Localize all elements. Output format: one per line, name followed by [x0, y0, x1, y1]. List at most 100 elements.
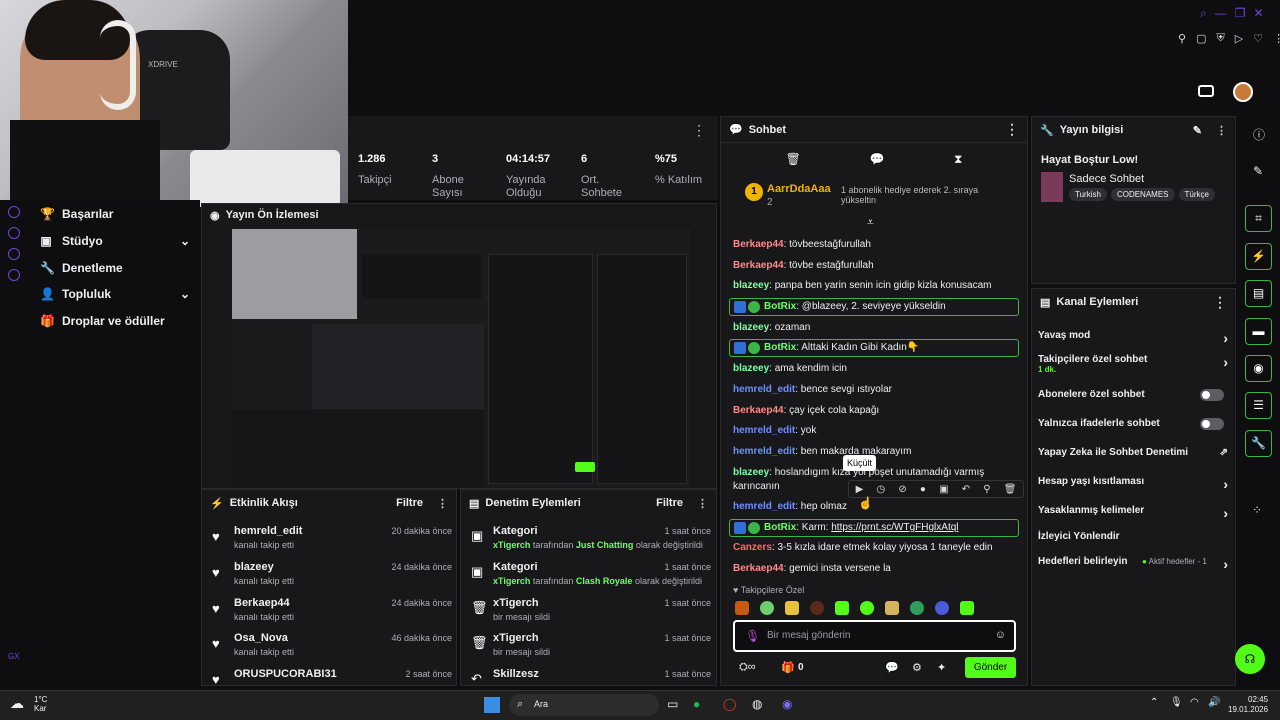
action-emotes-only[interactable]: Yalnızca ifadelerle sohbet [1038, 418, 1228, 430]
toggle-switch[interactable] [1200, 389, 1224, 401]
sidebar-item-denetleme[interactable]: 🔧 Denetleme [40, 258, 190, 278]
action-ai-moderation[interactable]: Yapay Zeka ile Sohbet Denetimi ⇗ [1038, 447, 1228, 458]
gear-icon[interactable]: ⚙ [912, 661, 922, 674]
weather-icon[interactable]: ☁ [10, 695, 24, 712]
mic-icon[interactable]: 🎙 [1170, 697, 1183, 708]
chat-user[interactable]: BotRix [764, 342, 796, 353]
emote[interactable] [785, 601, 799, 615]
close-icon[interactable]: ✕ [1254, 6, 1264, 21]
action-slow-mode[interactable]: Yavaş mod › [1038, 330, 1228, 346]
help-button[interactable]: ☊ [1235, 644, 1265, 674]
event-user[interactable]: Berkaep44 [234, 597, 290, 609]
chat-user[interactable]: hemreld_edit [733, 446, 795, 457]
rail-button-scan[interactable]: ⌗ [1245, 205, 1272, 232]
info-icon[interactable]: ⓘ [1253, 126, 1265, 143]
action-title[interactable]: xTigerch [493, 632, 539, 644]
event-user[interactable]: Osa_Nova [234, 632, 288, 644]
emote[interactable] [960, 601, 974, 615]
wifi-icon[interactable]: ◠ [1190, 697, 1199, 708]
clock-icon[interactable]: ◷ [876, 484, 885, 495]
hide-icon[interactable]: ⊘ [898, 484, 906, 495]
rail-button-wrench[interactable]: 🔧 [1245, 430, 1272, 457]
emote[interactable] [910, 601, 924, 615]
tag[interactable]: Turkish [1069, 188, 1107, 201]
event-user[interactable]: ORUSPUCORABI31 [234, 668, 337, 680]
action-subs-only[interactable]: Abonelere özel sohbet [1038, 389, 1228, 401]
tag[interactable]: Türkçe [1178, 188, 1215, 201]
pin-icon[interactable]: ⚲ [983, 484, 990, 495]
hourglass-icon[interactable]: ⧗ [954, 152, 962, 167]
more-icon[interactable]: ⋮ [1213, 294, 1227, 311]
chevron-down-icon[interactable]: ⌄ [180, 234, 190, 248]
avatar[interactable] [1233, 82, 1253, 102]
chat-bubble-icon[interactable]: 💬 [870, 152, 885, 166]
taskbar-search[interactable]: ⌕ Ara [509, 694, 659, 716]
task-view-icon[interactable]: ▭ [667, 697, 678, 711]
rail-button-list[interactable]: ☰ [1245, 392, 1272, 419]
chevron-down-icon[interactable]: ⌄ [180, 287, 190, 301]
rail-button-broadcast[interactable]: ◉ [1245, 355, 1272, 382]
pencil-icon[interactable]: ✎ [1253, 164, 1263, 178]
studio-mode-icon[interactable] [1198, 85, 1214, 97]
play-icon[interactable]: ▷ [1235, 32, 1243, 45]
tray-chevron-icon[interactable]: ⌃ [1150, 697, 1158, 708]
emote[interactable] [735, 601, 749, 615]
gift-icon[interactable]: 🎁 [781, 661, 795, 674]
heart-icon[interactable]: ♡ [1253, 32, 1263, 45]
emote[interactable] [935, 601, 949, 615]
trash-icon[interactable]: 🗑 [1004, 484, 1017, 495]
trash-icon[interactable]: 🗑 [786, 152, 801, 166]
strip-icon[interactable] [8, 269, 20, 281]
more-icon[interactable]: ⋮ [697, 497, 708, 510]
window-controls[interactable]: ⌕ — ❐ ✕ [1200, 6, 1264, 21]
more-icon[interactable]: ⋮ [1005, 121, 1019, 138]
points-icon[interactable]: ⛭∞ [739, 661, 756, 674]
chevron-right-icon[interactable]: › [1223, 330, 1228, 346]
chat-user[interactable]: blazeey [733, 467, 769, 478]
rail-button-doc[interactable]: ▤ [1245, 280, 1272, 307]
toggle-switch[interactable] [1200, 418, 1224, 430]
chat-bubble-icon[interactable]: ● [920, 484, 926, 495]
chevron-right-icon[interactable]: › [1223, 476, 1228, 492]
pin-icon[interactable]: ⚲ [1178, 32, 1186, 45]
chat-user[interactable]: BotRix [764, 522, 796, 533]
emote[interactable] [760, 601, 774, 615]
play-icon[interactable]: ▶ [856, 484, 864, 495]
clock[interactable]: 02:45 19.01.2026 [1228, 695, 1268, 715]
emote-menu-icon[interactable]: ✦ [937, 661, 946, 674]
app-icon[interactable]: ◍ [752, 697, 762, 711]
spotify-icon[interactable]: ● [693, 697, 700, 711]
copy-icon[interactable]: ▣ [939, 484, 948, 495]
undo-icon[interactable]: ↶ [962, 484, 970, 495]
strip-icon[interactable] [8, 227, 20, 239]
action-raid[interactable]: İzleyici Yönlendir [1038, 531, 1228, 542]
category-name[interactable]: Sadece Sohbet [1069, 173, 1144, 185]
sidebar-item-studyo[interactable]: ▣ Stüdyo ⌄ [40, 231, 190, 251]
chat-user[interactable]: hemreld_edit [733, 501, 795, 512]
chat-user[interactable]: Berkaep44 [733, 563, 784, 574]
send-button[interactable]: Gönder [965, 657, 1016, 678]
gx-badge[interactable]: GX [8, 652, 20, 661]
more-options-icon[interactable]: ⁘ [1252, 503, 1262, 517]
mic-icon[interactable]: 🎙 [745, 629, 760, 643]
more-icon[interactable]: ⋮ [1216, 124, 1227, 137]
chat-user[interactable]: Berkaep44 [733, 260, 784, 271]
pinned-user[interactable]: AarrDdaAaa [767, 183, 831, 195]
weather-widget[interactable]: 1°C Kar [34, 695, 47, 713]
chat-input[interactable]: 🎙 Bir mesaj gönderin ☺ [733, 620, 1016, 652]
more-icon[interactable]: ⋮ [692, 122, 706, 139]
action-title[interactable]: xTigerch [493, 597, 539, 609]
emoji-icon[interactable]: ☺ [995, 629, 1006, 641]
search-icon[interactable]: ⌕ [1200, 6, 1207, 21]
rail-button-bolt[interactable]: ⚡ [1245, 243, 1272, 270]
action-banned-words[interactable]: Yasaklanmış kelimeler › [1038, 505, 1228, 521]
chat-user[interactable]: blazeey [733, 280, 769, 291]
chevron-right-icon[interactable]: › [1223, 354, 1228, 370]
chat-user[interactable]: blazeey [733, 322, 769, 333]
tag[interactable]: CODENAMES [1110, 188, 1175, 201]
collapse-icon[interactable]: ⩡ [867, 215, 874, 230]
filter-button[interactable]: Filtre [656, 497, 683, 509]
stream-preview-video[interactable] [232, 229, 690, 487]
opera-icon[interactable]: ◯ [723, 697, 736, 711]
action-title[interactable]: Skillzesz [493, 668, 539, 680]
